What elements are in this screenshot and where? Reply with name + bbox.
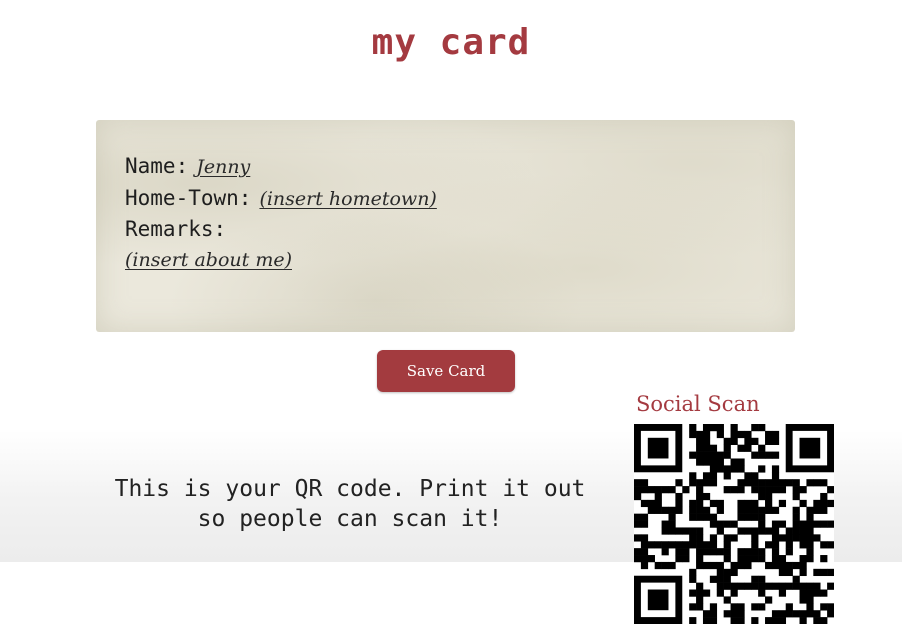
card-panel: Name: Jenny Home-Town: (insert hometown) R… xyxy=(96,120,795,332)
qr-code-image xyxy=(634,424,834,624)
remarks-value-row: (insert about me) xyxy=(125,247,292,271)
qr-instructions-line-1: This is your QR code. Print it out xyxy=(114,476,586,502)
remarks-label: Remarks: xyxy=(125,217,227,241)
hometown-row: Home-Town: (insert hometown) xyxy=(125,186,437,210)
hometown-field[interactable]: (insert hometown) xyxy=(259,188,436,210)
page-title: my card xyxy=(371,22,531,63)
remarks-field[interactable]: (insert about me) xyxy=(125,249,292,271)
qr-instructions-line-2: so people can scan it! xyxy=(197,506,503,532)
hometown-label: Home-Town: xyxy=(125,186,252,210)
qr-title: Social Scan xyxy=(636,392,760,416)
remarks-row: Remarks: xyxy=(125,217,226,241)
qr-instructions: This is your QR code. Print it out so pe… xyxy=(80,474,620,534)
name-row: Name: Jenny xyxy=(125,154,250,178)
name-label: Name: xyxy=(125,154,189,178)
save-card-button[interactable]: Save Card xyxy=(377,350,515,392)
name-field[interactable]: Jenny xyxy=(196,156,250,178)
